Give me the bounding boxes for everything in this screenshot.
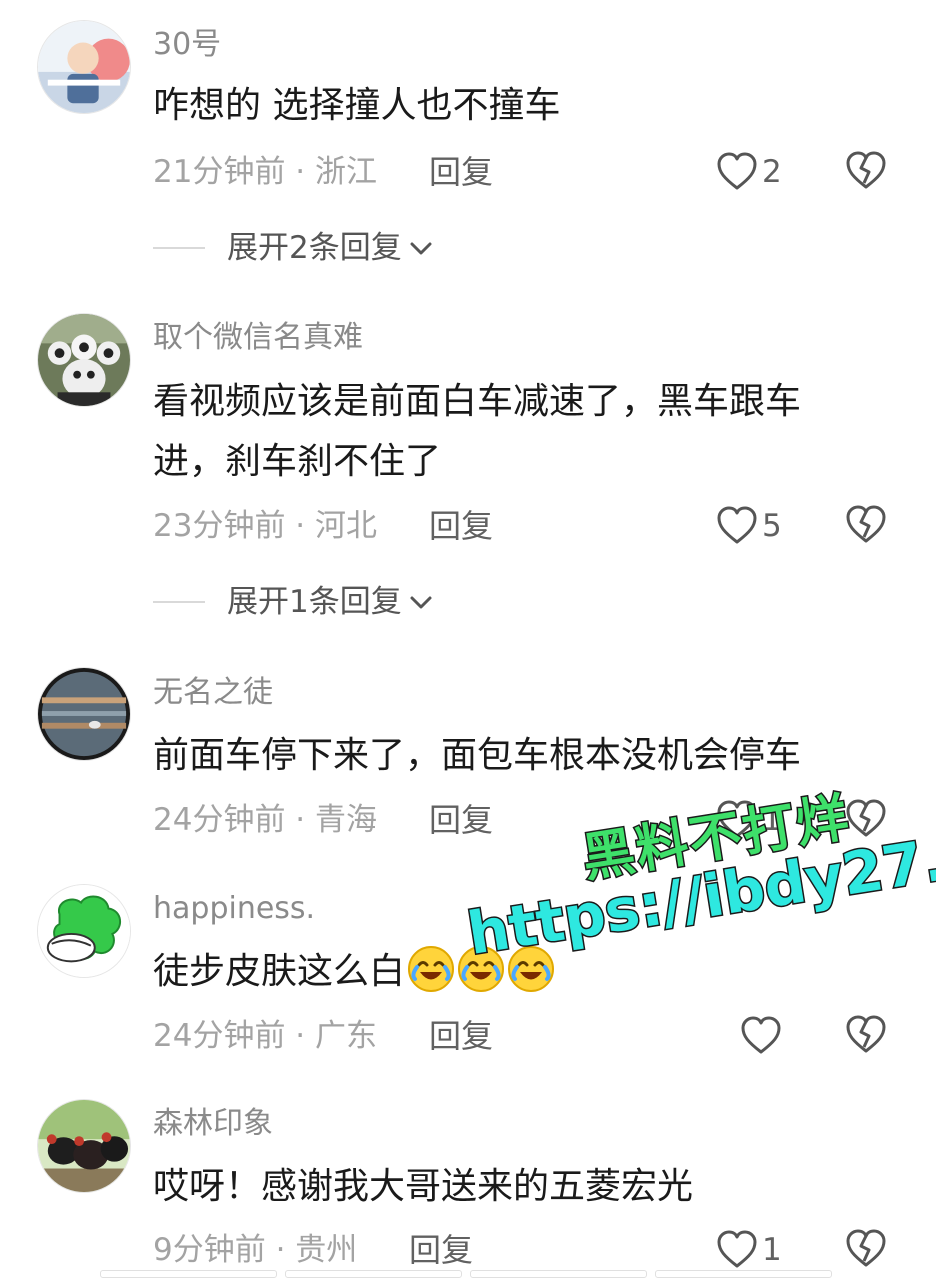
- like-button[interactable]: 1: [716, 1228, 782, 1272]
- bottom-bar-segment: [285, 1270, 462, 1278]
- comment-text: 徒步皮肤这么白: [153, 942, 873, 1002]
- user-avatar[interactable]: [37, 313, 131, 407]
- comment-meta: 24分钟前 · 青海: [153, 802, 378, 838]
- reply-button[interactable]: 回复: [429, 152, 493, 192]
- dislike-button[interactable]: [845, 151, 887, 191]
- divider-line: [153, 601, 205, 603]
- like-count: 5: [762, 508, 782, 544]
- broken-heart-icon: [846, 799, 886, 837]
- comment-meta: 21分钟前 · 浙江: [153, 154, 378, 190]
- user-avatar[interactable]: [37, 1099, 131, 1193]
- dislike-button[interactable]: [845, 799, 887, 839]
- comment-text: 哎呀！感谢我大哥送来的五菱宏光: [153, 1166, 694, 1207]
- broken-heart-icon: [846, 1015, 886, 1053]
- like-count: 2: [762, 154, 782, 190]
- heart-outline-icon: [717, 800, 757, 838]
- comment-text: 咋想的 选择撞人也不撞车: [153, 85, 561, 126]
- reply-button[interactable]: 回复: [409, 1230, 473, 1270]
- broken-heart-icon: [846, 151, 886, 189]
- heart-outline-icon: [717, 1230, 757, 1268]
- laughing-crying-emoji: [408, 946, 455, 992]
- broken-heart-icon: [846, 1229, 886, 1267]
- laughing-crying-emoji: [458, 946, 505, 992]
- comment-username[interactable]: 森林印象: [153, 1106, 273, 1142]
- expand-replies[interactable]: 展开1条回复: [153, 582, 434, 622]
- comment-username[interactable]: 30号: [153, 27, 221, 63]
- comment-meta: 9分钟前 · 贵州: [153, 1232, 358, 1268]
- comment-text: 看视频应该是前面白车减速了，黑车跟车 进，刹车刹不住了: [153, 381, 802, 482]
- broken-heart-icon: [846, 505, 886, 543]
- dislike-button[interactable]: [845, 505, 887, 545]
- like-button[interactable]: 2: [716, 150, 782, 194]
- reply-button[interactable]: 回复: [429, 1016, 493, 1056]
- comment-username[interactable]: happiness.: [153, 891, 315, 927]
- like-button[interactable]: 1: [716, 798, 782, 842]
- bottom-bar-segment: [100, 1270, 277, 1278]
- expand-replies[interactable]: 展开2条回复: [153, 228, 434, 268]
- bottom-input-bar: [100, 1270, 832, 1278]
- heart-outline-icon: [717, 152, 757, 190]
- bottom-bar-segment: [655, 1270, 832, 1278]
- heart-outline-icon: [741, 1016, 781, 1054]
- comment-meta: 23分钟前 · 河北: [153, 508, 378, 544]
- dislike-button[interactable]: [845, 1229, 887, 1269]
- chevron-down-icon: [410, 596, 432, 609]
- user-avatar[interactable]: [37, 667, 131, 761]
- dislike-button[interactable]: [845, 1015, 887, 1055]
- heart-outline-icon: [717, 506, 757, 544]
- like-count: 1: [762, 802, 782, 838]
- expand-replies-label: 展开2条回复: [227, 230, 402, 266]
- like-button[interactable]: 5: [716, 504, 782, 548]
- comment-text: 前面车停下来了，面包车根本没机会停车: [153, 735, 802, 776]
- comment-meta: 24分钟前 · 广东: [153, 1018, 378, 1054]
- divider-line: [153, 247, 205, 249]
- reply-button[interactable]: 回复: [429, 506, 493, 546]
- laughing-crying-emoji: [508, 946, 555, 992]
- like-button[interactable]: [740, 1014, 786, 1058]
- chevron-down-icon: [410, 242, 432, 255]
- bottom-bar-segment: [470, 1270, 647, 1278]
- user-avatar[interactable]: [37, 884, 131, 978]
- comment-username[interactable]: 无名之徒: [153, 675, 273, 711]
- reply-button[interactable]: 回复: [429, 800, 493, 840]
- user-avatar[interactable]: [37, 20, 131, 114]
- like-count: 1: [762, 1232, 782, 1268]
- comment-username[interactable]: 取个微信名真难: [153, 320, 363, 356]
- expand-replies-label: 展开1条回复: [227, 584, 402, 620]
